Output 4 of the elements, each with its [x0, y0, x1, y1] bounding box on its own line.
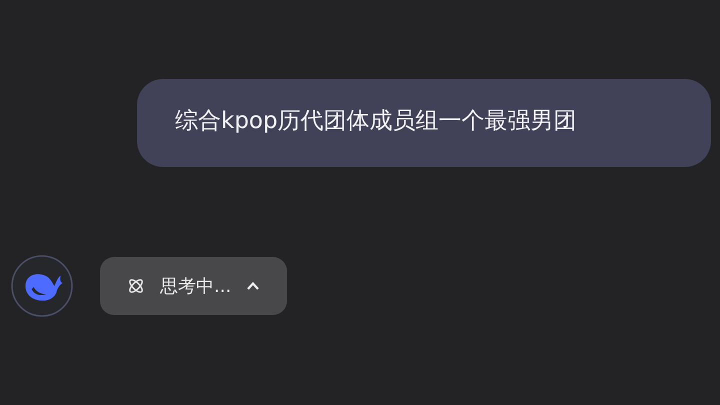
user-message: 综合kpop历代团体成员组一个最强男团	[137, 79, 711, 167]
thinking-toggle[interactable]: 思考中...	[100, 257, 288, 315]
atom-icon	[126, 276, 146, 296]
whale-avatar-icon	[11, 255, 73, 317]
